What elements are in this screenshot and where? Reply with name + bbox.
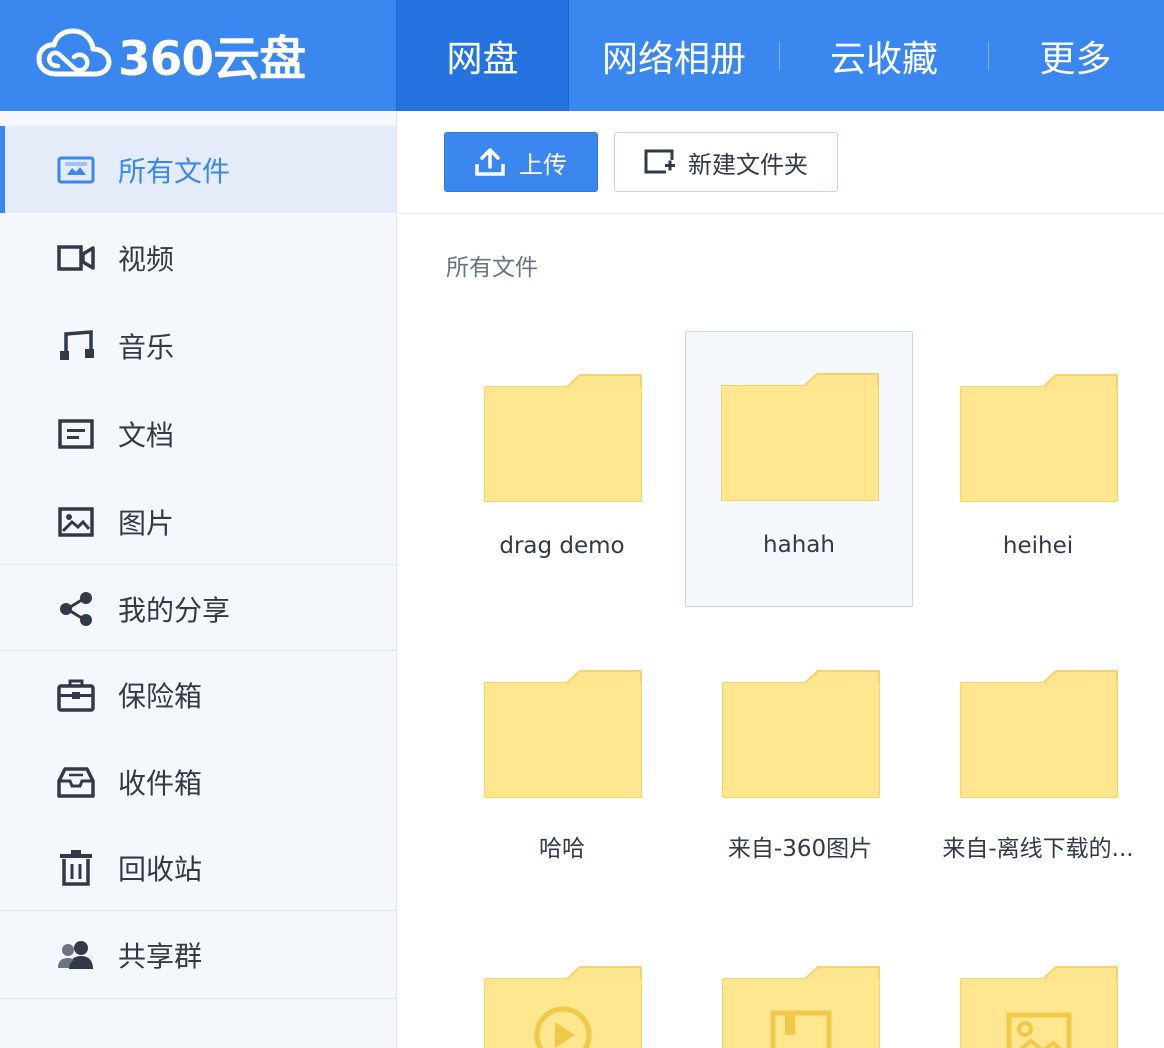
sidebar-item-documents[interactable]: 文档 — [0, 390, 396, 477]
folder-icon — [484, 374, 642, 502]
music-icon — [56, 326, 96, 366]
sidebar-item-share-group[interactable]: 共享群 — [0, 911, 396, 998]
nav-tab-more[interactable]: 更多 — [989, 0, 1162, 111]
folder-icon — [960, 670, 1118, 798]
sidebar-item-label: 视频 — [118, 242, 175, 276]
sidebar-item-label: 保险箱 — [118, 679, 203, 713]
logo-text: 360云盘 — [118, 31, 306, 87]
folder-icon — [960, 374, 1118, 502]
trash-icon — [56, 848, 96, 888]
sidebar-item-images[interactable]: 图片 — [0, 478, 396, 565]
folder-icon — [722, 670, 880, 798]
toolbar: 上传 新建文件夹 — [398, 111, 1164, 214]
sidebar-item-label: 所有文件 — [118, 154, 231, 188]
sidebar-item-video[interactable]: 视频 — [0, 214, 396, 301]
upload-icon — [475, 148, 505, 176]
image-icon — [56, 502, 96, 542]
group-icon — [56, 935, 96, 975]
folder-tile[interactable]: 来自-离线下载的... — [924, 628, 1152, 904]
upload-button[interactable]: 上传 — [444, 132, 598, 192]
sidebar-item-safe-box[interactable]: 保险箱 — [0, 651, 396, 738]
folder-icon — [484, 670, 642, 798]
share-icon — [56, 589, 96, 629]
folder-name: 哈哈 — [539, 836, 585, 862]
sidebar-item-my-shares[interactable]: 我的分享 — [0, 565, 396, 652]
video-icon — [56, 238, 96, 278]
folder-name: heihei — [1002, 533, 1074, 559]
folder-tile-selected[interactable]: hahah — [685, 331, 913, 607]
document-folder-tile[interactable] — [686, 924, 914, 1048]
folder-tile[interactable]: 哈哈 — [448, 628, 676, 904]
sidebar-divider — [0, 998, 396, 999]
folder-tile[interactable]: 来自-360图片 — [686, 628, 914, 904]
logo[interactable]: 360云盘 — [36, 22, 306, 87]
sidebar: 所有文件 视频 音乐 文档 图片 我的分享 保险箱 收件箱 回收站 共享群 — [0, 111, 397, 1048]
document-icon — [56, 414, 96, 454]
top-header: 360云盘 网盘 网络相册 云收藏 更多 — [0, 0, 1164, 111]
sidebar-item-inbox[interactable]: 收件箱 — [0, 738, 396, 825]
all-files-icon — [56, 150, 96, 190]
sidebar-item-recycle-bin[interactable]: 回收站 — [0, 824, 396, 911]
upload-button-label: 上传 — [519, 150, 567, 179]
new-folder-button[interactable]: 新建文件夹 — [614, 132, 838, 192]
nav-tab-netdisk[interactable]: 网盘 — [396, 0, 569, 111]
folder-icon — [721, 373, 879, 501]
nav-tab-album[interactable]: 网络相册 — [569, 0, 779, 111]
cloud-logo-icon — [36, 28, 112, 77]
sidebar-item-label: 文档 — [118, 418, 175, 452]
safe-box-icon — [56, 675, 96, 715]
nav-tab-cloud-favorites[interactable]: 云收藏 — [780, 0, 988, 111]
folder-tile[interactable]: heihei — [924, 332, 1152, 608]
video-folder-tile[interactable] — [448, 924, 676, 1048]
top-nav: 网盘 网络相册 云收藏 更多 — [396, 0, 1162, 111]
document-folder-icon — [722, 966, 880, 1048]
video-folder-icon — [484, 966, 642, 1048]
sidebar-item-all-files[interactable]: 所有文件 — [0, 126, 396, 213]
folder-name: 来自-离线下载的... — [942, 836, 1134, 862]
inbox-icon — [56, 762, 96, 802]
sidebar-item-label: 收件箱 — [118, 766, 203, 800]
sidebar-item-label: 我的分享 — [118, 593, 231, 627]
sidebar-item-label: 音乐 — [118, 330, 175, 364]
new-folder-button-label: 新建文件夹 — [688, 150, 808, 179]
folder-name: drag demo — [499, 533, 625, 559]
new-folder-icon — [644, 149, 675, 174]
folder-name: 来自-360图片 — [727, 836, 873, 862]
folder-tile[interactable]: drag demo — [448, 332, 676, 608]
image-folder-tile[interactable] — [924, 924, 1152, 1048]
sidebar-item-label: 图片 — [118, 506, 175, 540]
sidebar-item-music[interactable]: 音乐 — [0, 302, 396, 389]
folder-name: hahah — [763, 532, 835, 558]
image-folder-icon — [960, 966, 1118, 1048]
sidebar-item-label: 回收站 — [118, 852, 203, 886]
sidebar-item-label: 共享群 — [118, 939, 203, 973]
breadcrumb[interactable]: 所有文件 — [446, 248, 538, 282]
